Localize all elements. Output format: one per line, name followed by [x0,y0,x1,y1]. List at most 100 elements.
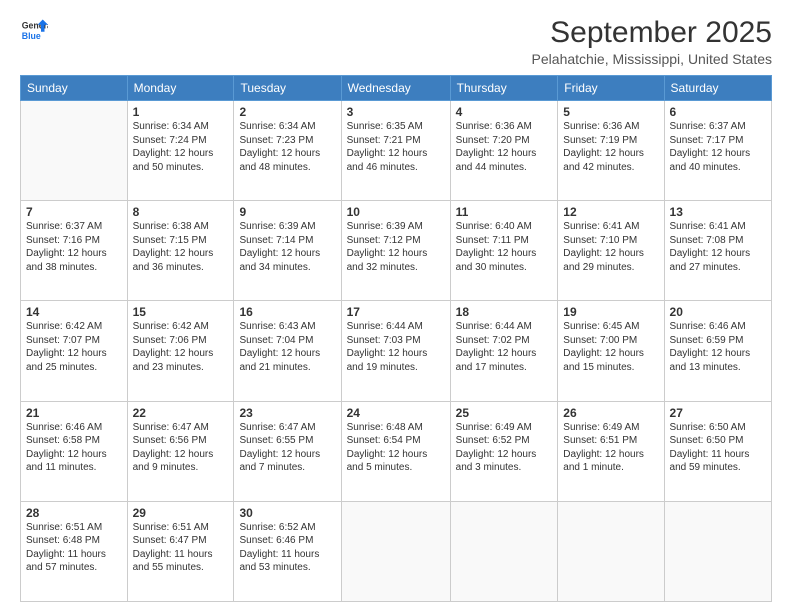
table-row [664,501,771,601]
header-saturday: Saturday [664,76,771,101]
table-row: 30Sunrise: 6:52 AMSunset: 6:46 PMDayligh… [234,501,341,601]
day-number: 21 [26,406,122,420]
day-info: Sunrise: 6:38 AMSunset: 7:15 PMDaylight:… [133,220,229,274]
day-number: 22 [133,406,229,420]
day-number: 24 [347,406,445,420]
day-number: 6 [670,105,766,119]
day-info: Sunrise: 6:41 AMSunset: 7:08 PMDaylight:… [670,220,766,274]
header-friday: Friday [558,76,664,101]
day-number: 3 [347,105,445,119]
day-info: Sunrise: 6:35 AMSunset: 7:21 PMDaylight:… [347,120,445,174]
day-number: 15 [133,305,229,319]
day-info: Sunrise: 6:37 AMSunset: 7:17 PMDaylight:… [670,120,766,174]
table-row [21,101,128,201]
day-number: 18 [456,305,553,319]
table-row: 7Sunrise: 6:37 AMSunset: 7:16 PMDaylight… [21,201,128,301]
table-row: 10Sunrise: 6:39 AMSunset: 7:12 PMDayligh… [341,201,450,301]
day-info: Sunrise: 6:39 AMSunset: 7:14 PMDaylight:… [239,220,335,274]
table-row [558,501,664,601]
day-number: 16 [239,305,335,319]
calendar-header-row: Sunday Monday Tuesday Wednesday Thursday… [21,76,772,101]
table-row: 13Sunrise: 6:41 AMSunset: 7:08 PMDayligh… [664,201,771,301]
calendar-week-row: 1Sunrise: 6:34 AMSunset: 7:24 PMDaylight… [21,101,772,201]
table-row: 14Sunrise: 6:42 AMSunset: 7:07 PMDayligh… [21,301,128,401]
day-number: 4 [456,105,553,119]
table-row: 20Sunrise: 6:46 AMSunset: 6:59 PMDayligh… [664,301,771,401]
table-row: 12Sunrise: 6:41 AMSunset: 7:10 PMDayligh… [558,201,664,301]
day-info: Sunrise: 6:44 AMSunset: 7:02 PMDaylight:… [456,320,553,374]
table-row: 19Sunrise: 6:45 AMSunset: 7:00 PMDayligh… [558,301,664,401]
header-thursday: Thursday [450,76,558,101]
logo: General Blue [20,16,48,44]
calendar-week-row: 14Sunrise: 6:42 AMSunset: 7:07 PMDayligh… [21,301,772,401]
table-row: 21Sunrise: 6:46 AMSunset: 6:58 PMDayligh… [21,401,128,501]
day-info: Sunrise: 6:36 AMSunset: 7:19 PMDaylight:… [563,120,658,174]
calendar-week-row: 28Sunrise: 6:51 AMSunset: 6:48 PMDayligh… [21,501,772,601]
day-number: 10 [347,205,445,219]
day-info: Sunrise: 6:45 AMSunset: 7:00 PMDaylight:… [563,320,658,374]
table-row: 22Sunrise: 6:47 AMSunset: 6:56 PMDayligh… [127,401,234,501]
day-number: 27 [670,406,766,420]
table-row: 15Sunrise: 6:42 AMSunset: 7:06 PMDayligh… [127,301,234,401]
table-row: 23Sunrise: 6:47 AMSunset: 6:55 PMDayligh… [234,401,341,501]
header-monday: Monday [127,76,234,101]
day-number: 26 [563,406,658,420]
day-info: Sunrise: 6:40 AMSunset: 7:11 PMDaylight:… [456,220,553,274]
day-number: 2 [239,105,335,119]
day-info: Sunrise: 6:51 AMSunset: 6:47 PMDaylight:… [133,521,229,575]
day-info: Sunrise: 6:34 AMSunset: 7:23 PMDaylight:… [239,120,335,174]
table-row: 6Sunrise: 6:37 AMSunset: 7:17 PMDaylight… [664,101,771,201]
header-sunday: Sunday [21,76,128,101]
day-number: 29 [133,506,229,520]
day-info: Sunrise: 6:34 AMSunset: 7:24 PMDaylight:… [133,120,229,174]
table-row: 8Sunrise: 6:38 AMSunset: 7:15 PMDaylight… [127,201,234,301]
day-number: 5 [563,105,658,119]
header-wednesday: Wednesday [341,76,450,101]
day-number: 1 [133,105,229,119]
day-number: 9 [239,205,335,219]
day-number: 17 [347,305,445,319]
main-title: September 2025 [532,16,772,49]
table-row [341,501,450,601]
logo-icon: General Blue [20,16,48,44]
page: General Blue September 2025 Pelahatchie,… [0,0,792,612]
day-info: Sunrise: 6:42 AMSunset: 7:06 PMDaylight:… [133,320,229,374]
header-tuesday: Tuesday [234,76,341,101]
day-info: Sunrise: 6:47 AMSunset: 6:56 PMDaylight:… [133,421,229,475]
table-row: 17Sunrise: 6:44 AMSunset: 7:03 PMDayligh… [341,301,450,401]
day-number: 23 [239,406,335,420]
day-info: Sunrise: 6:47 AMSunset: 6:55 PMDaylight:… [239,421,335,475]
day-info: Sunrise: 6:51 AMSunset: 6:48 PMDaylight:… [26,521,122,575]
day-number: 13 [670,205,766,219]
day-info: Sunrise: 6:41 AMSunset: 7:10 PMDaylight:… [563,220,658,274]
calendar-week-row: 21Sunrise: 6:46 AMSunset: 6:58 PMDayligh… [21,401,772,501]
day-number: 25 [456,406,553,420]
table-row: 9Sunrise: 6:39 AMSunset: 7:14 PMDaylight… [234,201,341,301]
table-row: 5Sunrise: 6:36 AMSunset: 7:19 PMDaylight… [558,101,664,201]
table-row: 2Sunrise: 6:34 AMSunset: 7:23 PMDaylight… [234,101,341,201]
day-number: 14 [26,305,122,319]
day-number: 11 [456,205,553,219]
day-info: Sunrise: 6:42 AMSunset: 7:07 PMDaylight:… [26,320,122,374]
day-info: Sunrise: 6:49 AMSunset: 6:51 PMDaylight:… [563,421,658,475]
day-info: Sunrise: 6:43 AMSunset: 7:04 PMDaylight:… [239,320,335,374]
header: General Blue September 2025 Pelahatchie,… [20,16,772,67]
table-row: 24Sunrise: 6:48 AMSunset: 6:54 PMDayligh… [341,401,450,501]
svg-text:Blue: Blue [22,31,41,41]
day-number: 28 [26,506,122,520]
day-info: Sunrise: 6:44 AMSunset: 7:03 PMDaylight:… [347,320,445,374]
day-number: 12 [563,205,658,219]
table-row: 26Sunrise: 6:49 AMSunset: 6:51 PMDayligh… [558,401,664,501]
table-row: 11Sunrise: 6:40 AMSunset: 7:11 PMDayligh… [450,201,558,301]
table-row: 3Sunrise: 6:35 AMSunset: 7:21 PMDaylight… [341,101,450,201]
table-row: 25Sunrise: 6:49 AMSunset: 6:52 PMDayligh… [450,401,558,501]
subtitle: Pelahatchie, Mississippi, United States [532,51,772,67]
table-row: 18Sunrise: 6:44 AMSunset: 7:02 PMDayligh… [450,301,558,401]
day-number: 30 [239,506,335,520]
day-number: 7 [26,205,122,219]
day-number: 8 [133,205,229,219]
table-row: 1Sunrise: 6:34 AMSunset: 7:24 PMDaylight… [127,101,234,201]
day-info: Sunrise: 6:50 AMSunset: 6:50 PMDaylight:… [670,421,766,475]
day-info: Sunrise: 6:48 AMSunset: 6:54 PMDaylight:… [347,421,445,475]
day-info: Sunrise: 6:46 AMSunset: 6:58 PMDaylight:… [26,421,122,475]
